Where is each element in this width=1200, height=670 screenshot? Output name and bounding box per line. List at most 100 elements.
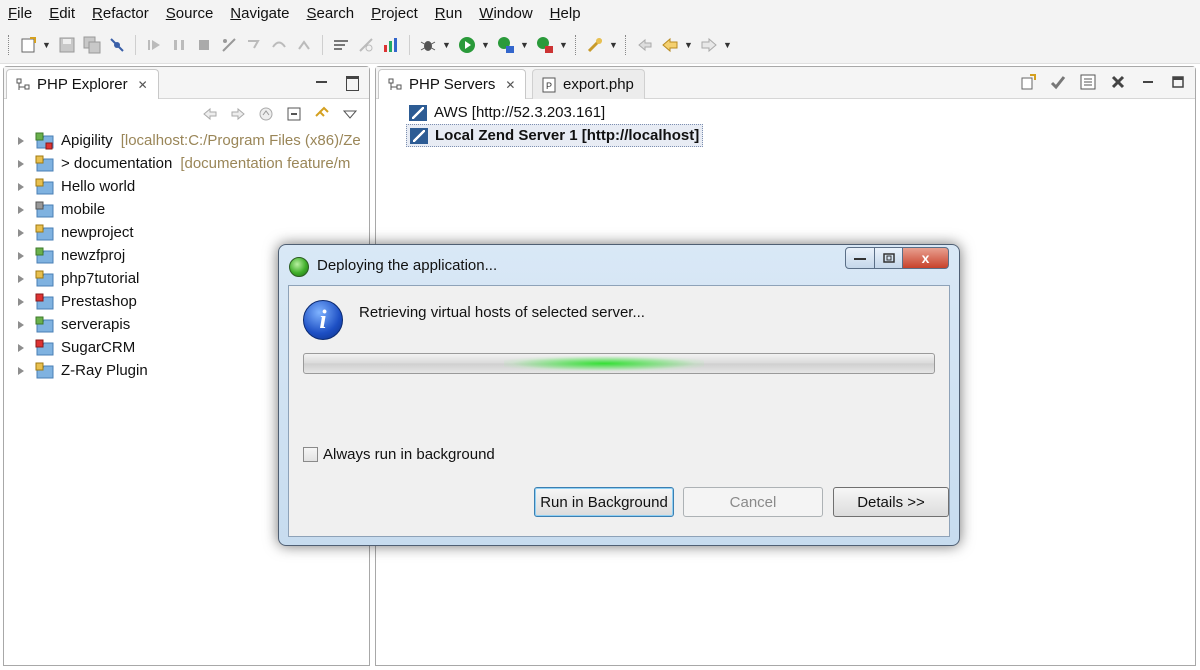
back-icon[interactable] bbox=[659, 34, 681, 56]
expand-icon[interactable] bbox=[18, 160, 26, 168]
tree-item[interactable]: Hello world bbox=[18, 175, 369, 198]
toolbar-separator bbox=[409, 34, 410, 55]
php-explorer-tabbar: PHP Explorer ✕ bbox=[4, 67, 369, 99]
step-over-icon[interactable] bbox=[268, 34, 290, 56]
close-window-button[interactable]: x bbox=[903, 247, 949, 269]
view-menu-icon[interactable] bbox=[341, 105, 359, 123]
disconnect-icon[interactable] bbox=[218, 34, 240, 56]
expand-icon[interactable] bbox=[18, 206, 26, 214]
menu-refactor[interactable]: Refactor bbox=[92, 5, 149, 22]
server-item-selected[interactable]: Local Zend Server 1 [http://localhost] bbox=[406, 124, 704, 147]
menu-source[interactable]: Source bbox=[166, 5, 214, 22]
menu-run[interactable]: Run bbox=[435, 5, 463, 22]
expand-icon[interactable] bbox=[18, 252, 26, 260]
toggle-breakpoint-icon[interactable] bbox=[106, 34, 128, 56]
terminate-icon[interactable] bbox=[193, 34, 215, 56]
open-perspective-icon[interactable] bbox=[355, 34, 377, 56]
expand-icon[interactable] bbox=[18, 183, 26, 191]
expand-icon[interactable] bbox=[18, 137, 26, 145]
tab-php-explorer[interactable]: PHP Explorer ✕ bbox=[6, 69, 159, 99]
tree-item[interactable]: > documentation [documentation feature/m bbox=[18, 152, 369, 175]
add-server-icon[interactable] bbox=[1019, 73, 1037, 91]
expand-icon[interactable] bbox=[18, 321, 26, 329]
forward-icon[interactable] bbox=[229, 105, 247, 123]
last-edit-icon[interactable] bbox=[634, 34, 656, 56]
menu-file[interactable]: File bbox=[8, 5, 32, 22]
menu-window[interactable]: Window bbox=[479, 5, 532, 22]
back-dropdown-icon[interactable]: ▼ bbox=[684, 40, 693, 50]
step-return-icon[interactable] bbox=[293, 34, 315, 56]
tree-item[interactable]: newproject bbox=[18, 221, 369, 244]
run-server-dropdown-icon[interactable]: ▼ bbox=[520, 40, 529, 50]
maximize-icon[interactable] bbox=[1169, 73, 1187, 91]
save-icon[interactable] bbox=[56, 34, 78, 56]
menu-bar: File Edit Refactor Source Navigate Searc… bbox=[0, 0, 1200, 26]
chart-icon[interactable] bbox=[380, 34, 402, 56]
menu-project[interactable]: Project bbox=[371, 5, 418, 22]
tree-item-label: Apigility bbox=[61, 132, 113, 149]
tree-item[interactable]: Apigility [localhost:C:/Program Files (x… bbox=[18, 129, 369, 152]
use-step-filters-icon[interactable] bbox=[330, 34, 352, 56]
editor-tabbar: PHP Servers ✕ P export.php bbox=[376, 67, 1195, 99]
project-icon bbox=[35, 339, 55, 357]
forward-dropdown-icon[interactable]: ▼ bbox=[723, 40, 732, 50]
cancel-button[interactable]: Cancel bbox=[683, 487, 823, 517]
tree-item-detail: [documentation feature/m bbox=[180, 155, 351, 172]
check-icon[interactable] bbox=[1049, 73, 1067, 91]
project-icon bbox=[35, 362, 55, 380]
menu-navigate[interactable]: Navigate bbox=[230, 5, 289, 22]
back-icon[interactable] bbox=[201, 105, 219, 123]
always-run-background-option[interactable]: Always run in background bbox=[303, 446, 495, 463]
tree-item[interactable]: mobile bbox=[18, 198, 369, 221]
zend-server-icon bbox=[410, 127, 428, 144]
debug-icon[interactable] bbox=[417, 34, 439, 56]
maximize-icon[interactable] bbox=[343, 73, 361, 91]
run-in-background-button[interactable]: Run in Background bbox=[534, 487, 674, 517]
step-into-icon[interactable] bbox=[243, 34, 265, 56]
always-run-background-checkbox[interactable] bbox=[303, 447, 318, 462]
up-icon[interactable] bbox=[257, 105, 275, 123]
expand-icon[interactable] bbox=[18, 298, 26, 306]
link-with-editor-icon[interactable] bbox=[313, 105, 331, 123]
tree-item-label: Hello world bbox=[61, 178, 136, 195]
delete-icon[interactable] bbox=[1109, 73, 1127, 91]
tab-php-servers[interactable]: PHP Servers ✕ bbox=[378, 69, 527, 99]
new-dropdown-icon[interactable]: ▼ bbox=[42, 40, 51, 50]
debug-dropdown-icon[interactable]: ▼ bbox=[442, 40, 451, 50]
expand-icon[interactable] bbox=[18, 229, 26, 237]
forward-icon[interactable] bbox=[698, 34, 720, 56]
minimize-icon[interactable] bbox=[313, 73, 331, 91]
php-explorer-icon bbox=[15, 77, 31, 93]
toolbar-separator bbox=[135, 34, 136, 55]
tab-export-php[interactable]: P export.php bbox=[532, 69, 645, 99]
server-item[interactable]: AWS [http://52.3.203.161] bbox=[406, 101, 703, 124]
dialog-message: Retrieving virtual hosts of selected ser… bbox=[359, 304, 645, 321]
deploy-dropdown-icon[interactable]: ▼ bbox=[609, 40, 618, 50]
run-dropdown-icon[interactable]: ▼ bbox=[481, 40, 490, 50]
expand-icon[interactable] bbox=[18, 344, 26, 352]
minimize-icon[interactable] bbox=[1139, 73, 1157, 91]
suspend-icon[interactable] bbox=[168, 34, 190, 56]
close-icon[interactable]: ✕ bbox=[138, 78, 148, 92]
stop-server-dropdown-icon[interactable]: ▼ bbox=[559, 40, 568, 50]
stop-server-icon[interactable] bbox=[534, 34, 556, 56]
minimize-window-button[interactable] bbox=[845, 247, 875, 269]
expand-icon[interactable] bbox=[18, 367, 26, 375]
save-all-icon[interactable] bbox=[81, 34, 103, 56]
menu-edit[interactable]: Edit bbox=[49, 5, 75, 22]
run-server-icon[interactable] bbox=[495, 34, 517, 56]
collapse-all-icon[interactable] bbox=[285, 105, 303, 123]
menu-search[interactable]: Search bbox=[307, 5, 355, 22]
details-button[interactable]: Details >> bbox=[833, 487, 949, 517]
new-icon[interactable] bbox=[17, 34, 39, 56]
resume-icon[interactable] bbox=[143, 34, 165, 56]
expand-icon[interactable] bbox=[18, 275, 26, 283]
run-icon[interactable] bbox=[456, 34, 478, 56]
tree-item-label: SugarCRM bbox=[61, 339, 136, 356]
menu-help[interactable]: Help bbox=[550, 5, 581, 22]
close-icon[interactable]: ✕ bbox=[505, 78, 515, 92]
project-icon bbox=[35, 201, 55, 219]
properties-icon[interactable] bbox=[1079, 73, 1097, 91]
deploy-icon[interactable] bbox=[584, 34, 606, 56]
maximize-window-button[interactable] bbox=[875, 247, 903, 269]
